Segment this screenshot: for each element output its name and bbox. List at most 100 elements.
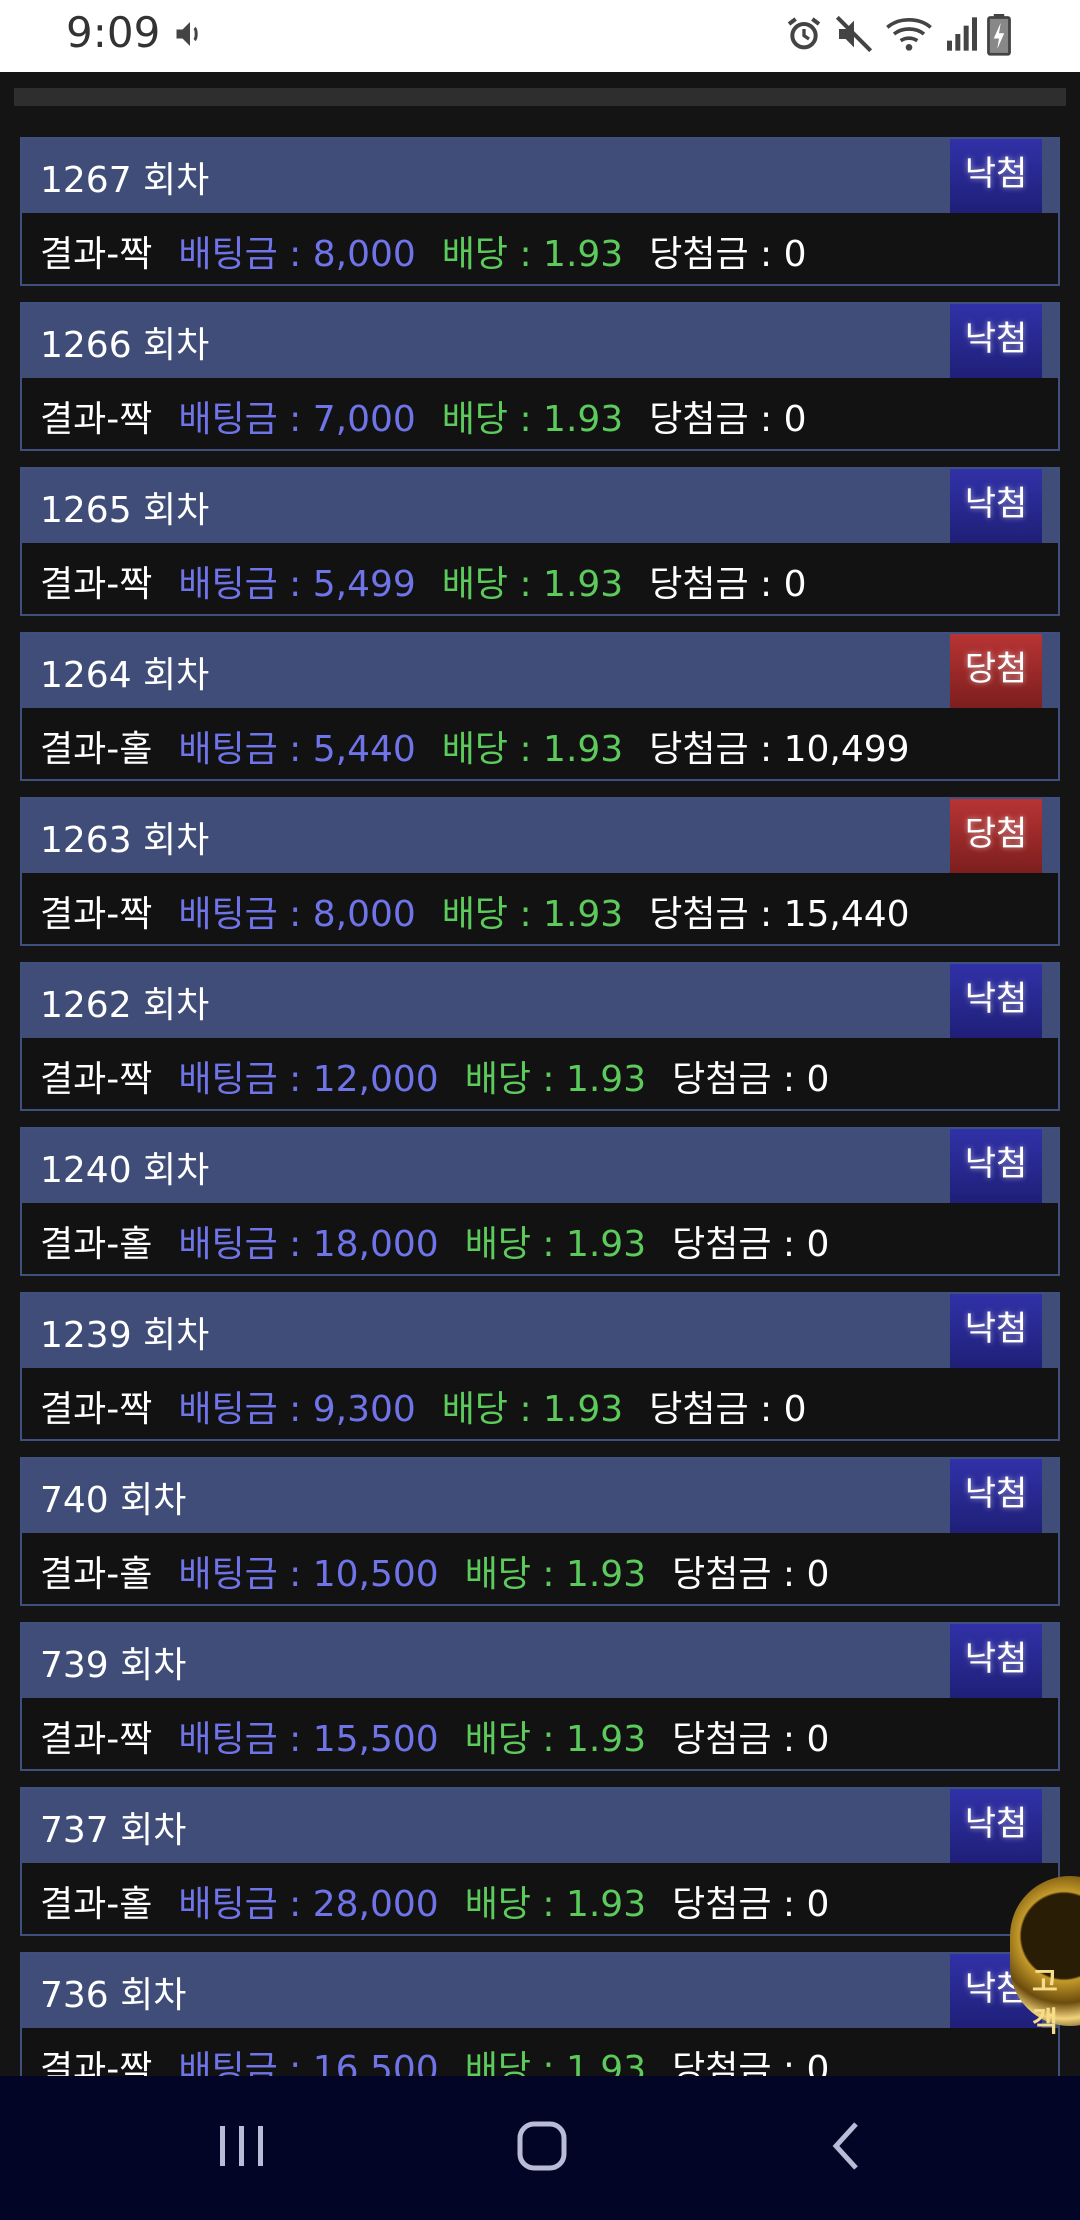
bet-amount: 배팅금 : 8,000 bbox=[178, 234, 416, 275]
card-body: 결과-짝 배팅금 : 8,000 배당 : 1.93 당첨금 : 15,440 bbox=[40, 885, 936, 937]
bet-amount: 배팅금 : 28,000 bbox=[178, 1884, 439, 1925]
odds-value: 배당 : 1.93 bbox=[441, 894, 624, 935]
card-header: 1240 회차 낙첨 bbox=[22, 1129, 1058, 1203]
result-text: 결과-짝 bbox=[40, 564, 153, 605]
odds-value: 배당 : 1.93 bbox=[464, 1554, 647, 1595]
payout-amount: 당첨금 : 0 bbox=[672, 1884, 830, 1925]
payout-amount: 당첨금 : 0 bbox=[672, 1554, 830, 1595]
status-badge: 당첨 bbox=[950, 799, 1042, 873]
card-header: 1267 회차 낙첨 bbox=[22, 139, 1058, 213]
odds-value: 배당 : 1.93 bbox=[441, 1389, 624, 1430]
odds-value: 배당 : 1.93 bbox=[441, 234, 624, 275]
result-text: 결과-짝 bbox=[40, 1059, 153, 1100]
round-label: 1264 회차 bbox=[40, 655, 210, 696]
status-badge: 당첨 bbox=[950, 634, 1042, 708]
payout-amount: 당첨금 : 0 bbox=[672, 1719, 830, 1760]
list-item[interactable]: 1240 회차 낙첨 결과-홀 배팅금 : 18,000 배당 : 1.93 당첨금 … bbox=[20, 1127, 1060, 1276]
odds-value: 배당 : 1.93 bbox=[464, 1224, 647, 1265]
status-bar: 9:09 bbox=[0, 0, 1080, 72]
result-text: 결과-짝 bbox=[40, 399, 153, 440]
status-badge: 낙첨 bbox=[950, 1459, 1042, 1533]
bet-amount: 배팅금 : 7,000 bbox=[178, 399, 416, 440]
payout-amount: 당첨금 : 0 bbox=[649, 564, 807, 605]
list-item[interactable]: 737 회차 낙첨 결과-홀 배팅금 : 28,000 배당 : 1.93 당첨금 :… bbox=[20, 1787, 1060, 1936]
card-header: 740 회차 낙첨 bbox=[22, 1459, 1058, 1533]
round-label: 1267 회차 bbox=[40, 160, 210, 201]
signal-icon bbox=[944, 14, 980, 58]
bet-amount: 배팅금 : 5,499 bbox=[178, 564, 416, 605]
round-label: 1266 회차 bbox=[40, 325, 210, 366]
bet-amount: 배팅금 : 5,440 bbox=[178, 729, 416, 770]
list-item[interactable]: 1263 회차 당첨 결과-짝 배팅금 : 8,000 배당 : 1.93 당첨금 :… bbox=[20, 797, 1060, 946]
round-label: 740 회차 bbox=[40, 1480, 187, 1521]
card-body: 결과-홀 배팅금 : 28,000 배당 : 1.93 당첨금 : 0 bbox=[40, 1875, 855, 1927]
battery-charging-icon bbox=[986, 14, 1012, 60]
navigation-bar bbox=[0, 2076, 1080, 2220]
list-item[interactable]: 1267 회차 낙첨 결과-짝 배팅금 : 8,000 배당 : 1.93 당첨금 :… bbox=[20, 137, 1060, 286]
card-header: 1264 회차 당첨 bbox=[22, 634, 1058, 708]
bet-amount: 배팅금 : 8,000 bbox=[178, 894, 416, 935]
payout-amount: 당첨금 : 15,440 bbox=[649, 894, 910, 935]
bet-amount: 배팅금 : 9,300 bbox=[178, 1389, 416, 1430]
status-badge: 낙첨 bbox=[950, 1294, 1042, 1368]
result-text: 결과-짝 bbox=[40, 1389, 153, 1430]
coin-label: 고객 bbox=[1032, 1965, 1058, 2038]
card-body: 결과-홀 배팅금 : 5,440 배당 : 1.93 당첨금 : 10,499 bbox=[40, 720, 936, 772]
round-label: 1263 회차 bbox=[40, 820, 210, 861]
card-body: 결과-홀 배팅금 : 10,500 배당 : 1.93 당첨금 : 0 bbox=[40, 1545, 855, 1597]
card-body: 결과-짝 배팅금 : 7,000 배당 : 1.93 당첨금 : 0 bbox=[40, 390, 833, 442]
round-label: 1265 회차 bbox=[40, 490, 210, 531]
result-text: 결과-홀 bbox=[40, 729, 153, 770]
payout-amount: 당첨금 : 0 bbox=[672, 1059, 830, 1100]
card-header: 1239 회차 낙첨 bbox=[22, 1294, 1058, 1368]
round-label: 1262 회차 bbox=[40, 985, 210, 1026]
card-body: 결과-짝 배팅금 : 15,500 배당 : 1.93 당첨금 : 0 bbox=[40, 1710, 855, 1762]
list-item[interactable]: 1265 회차 낙첨 결과-짝 배팅금 : 5,499 배당 : 1.93 당첨금 :… bbox=[20, 467, 1060, 616]
list-item[interactable]: 1266 회차 낙첨 결과-짝 배팅금 : 7,000 배당 : 1.93 당첨금 :… bbox=[20, 302, 1060, 451]
list-item[interactable]: 1239 회차 낙첨 결과-짝 배팅금 : 9,300 배당 : 1.93 당첨금 :… bbox=[20, 1292, 1060, 1441]
card-header: 736 회차 낙첨 bbox=[22, 1954, 1058, 2028]
alarm-icon bbox=[784, 14, 824, 58]
payout-amount: 당첨금 : 0 bbox=[649, 399, 807, 440]
wifi-icon bbox=[884, 14, 934, 58]
card-body: 결과-짝 배팅금 : 9,300 배당 : 1.93 당첨금 : 0 bbox=[40, 1380, 833, 1432]
mute-icon bbox=[834, 14, 874, 58]
status-badge: 낙첨 bbox=[950, 1789, 1042, 1863]
result-text: 결과-홀 bbox=[40, 1224, 153, 1265]
status-badge: 낙첨 bbox=[950, 469, 1042, 543]
bet-amount: 배팅금 : 15,500 bbox=[178, 1719, 439, 1760]
round-label: 1239 회차 bbox=[40, 1315, 210, 1356]
card-header: 1262 회차 낙첨 bbox=[22, 964, 1058, 1038]
round-label: 737 회차 bbox=[40, 1810, 187, 1851]
odds-value: 배당 : 1.93 bbox=[441, 564, 624, 605]
top-strip bbox=[14, 88, 1066, 106]
odds-value: 배당 : 1.93 bbox=[464, 1059, 647, 1100]
bet-amount: 배팅금 : 18,000 bbox=[178, 1224, 439, 1265]
list-item[interactable]: 740 회차 낙첨 결과-홀 배팅금 : 10,500 배당 : 1.93 당첨금 :… bbox=[20, 1457, 1060, 1606]
back-icon[interactable] bbox=[826, 2120, 866, 2176]
recent-apps-icon[interactable] bbox=[218, 2120, 266, 2176]
result-text: 결과-홀 bbox=[40, 1554, 153, 1595]
list-item[interactable]: 739 회차 낙첨 결과-짝 배팅금 : 15,500 배당 : 1.93 당첨금 :… bbox=[20, 1622, 1060, 1771]
card-body: 결과-짝 배팅금 : 5,499 배당 : 1.93 당첨금 : 0 bbox=[40, 555, 833, 607]
list-item[interactable]: 1264 회차 당첨 결과-홀 배팅금 : 5,440 배당 : 1.93 당첨금 :… bbox=[20, 632, 1060, 781]
status-time: 9:09 bbox=[66, 8, 161, 57]
status-badge: 낙첨 bbox=[950, 1129, 1042, 1203]
status-badge: 낙첨 bbox=[950, 304, 1042, 378]
payout-amount: 당첨금 : 0 bbox=[649, 1389, 807, 1430]
payout-amount: 당첨금 : 0 bbox=[649, 234, 807, 275]
home-icon[interactable] bbox=[516, 2120, 568, 2176]
list-item[interactable]: 1262 회차 낙첨 결과-짝 배팅금 : 12,000 배당 : 1.93 당첨금 … bbox=[20, 962, 1060, 1111]
card-header: 1265 회차 낙첨 bbox=[22, 469, 1058, 543]
odds-value: 배당 : 1.93 bbox=[441, 729, 624, 770]
result-text: 결과-짝 bbox=[40, 894, 153, 935]
bet-amount: 배팅금 : 12,000 bbox=[178, 1059, 439, 1100]
odds-value: 배당 : 1.93 bbox=[441, 399, 624, 440]
round-label: 739 회차 bbox=[40, 1645, 187, 1686]
result-text: 결과-홀 bbox=[40, 1884, 153, 1925]
odds-value: 배당 : 1.93 bbox=[464, 1884, 647, 1925]
status-badge: 낙첨 bbox=[950, 139, 1042, 213]
bet-amount: 배팅금 : 10,500 bbox=[178, 1554, 439, 1595]
status-badge: 낙첨 bbox=[950, 964, 1042, 1038]
payout-amount: 당첨금 : 0 bbox=[672, 1224, 830, 1265]
